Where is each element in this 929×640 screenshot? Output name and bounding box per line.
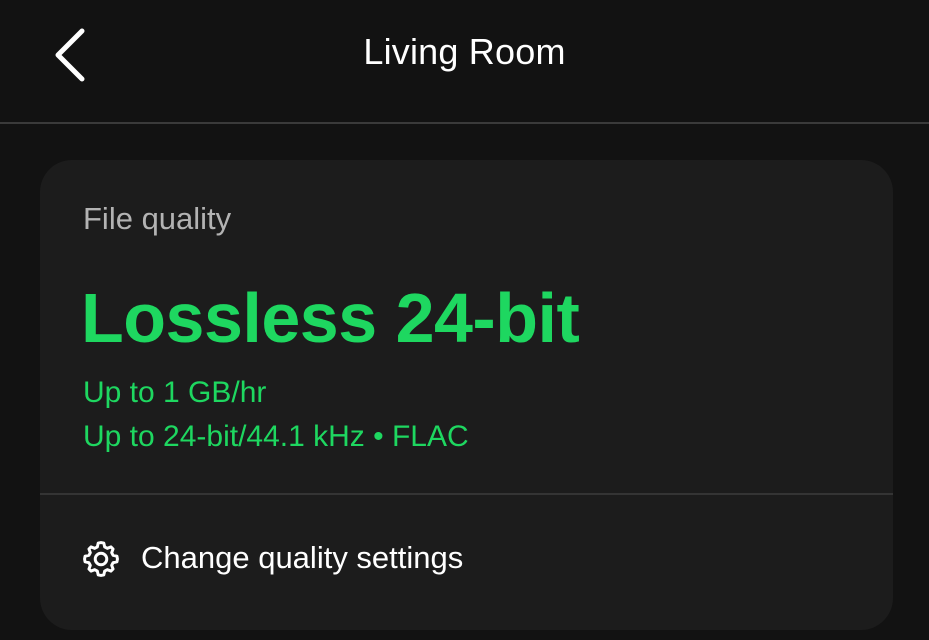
- quality-detail-size: Up to 1 GB/hr: [83, 376, 267, 409]
- gear-icon: [83, 541, 119, 577]
- change-quality-settings-button[interactable]: Change quality settings: [40, 495, 893, 615]
- quality-value: Lossless 24-bit: [81, 279, 580, 357]
- page-title: Living Room: [363, 31, 566, 72]
- top-bar: Living Room: [0, 0, 929, 122]
- header-divider: [0, 122, 929, 124]
- file-quality-card: File quality Lossless 24-bit Up to 1 GB/…: [40, 160, 893, 630]
- quality-detail-format: Up to 24-bit/44.1 kHz • FLAC: [83, 420, 469, 453]
- file-quality-label: File quality: [83, 201, 232, 236]
- change-quality-settings-label: Change quality settings: [141, 540, 464, 575]
